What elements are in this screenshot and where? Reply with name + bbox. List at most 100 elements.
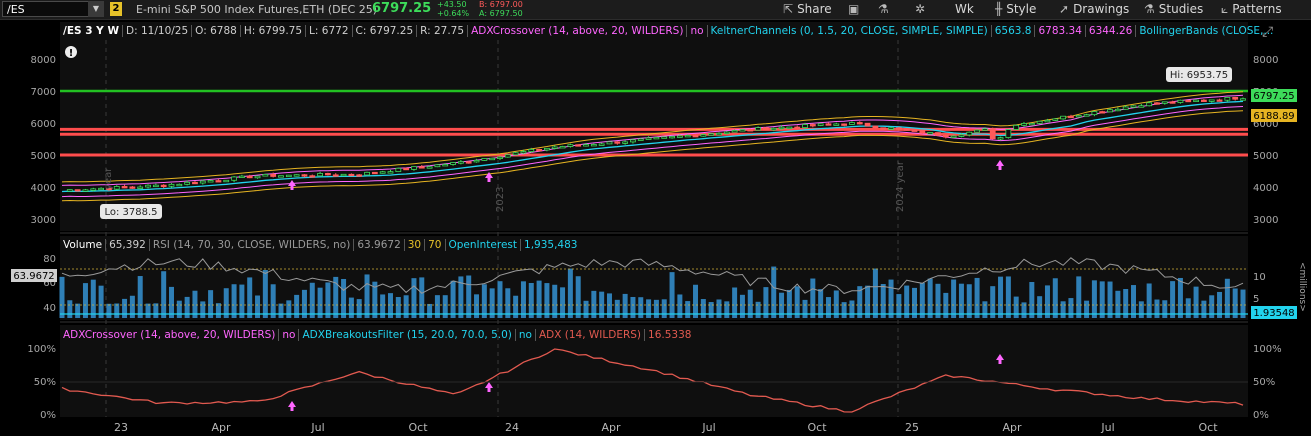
candle-up <box>1114 108 1121 112</box>
study-adxcrossover[interactable]: ADXCrossover (14, above, 20, WILDERS) <box>60 329 280 341</box>
volume-bar <box>67 300 73 318</box>
volume-bar <box>575 276 581 318</box>
candle-up <box>176 183 183 187</box>
volume-bar <box>1138 301 1144 318</box>
adx-line <box>61 348 1244 413</box>
volume-value: 65,392 <box>106 239 150 251</box>
volume-bar <box>802 299 808 318</box>
candle-up <box>82 189 89 192</box>
candle-down <box>1099 111 1106 114</box>
volume-ytick: 5 <box>1253 294 1259 305</box>
candle-down <box>309 175 316 178</box>
candle-up <box>583 144 589 147</box>
candle-up <box>457 161 464 164</box>
volume-bar <box>145 303 151 318</box>
volume-bar <box>794 286 800 318</box>
candle-down <box>160 184 167 188</box>
candle-up <box>982 128 988 131</box>
oi-bubble-text: 1.93548 <box>1253 308 1294 319</box>
study-adxcrossover-value: no <box>687 25 708 37</box>
adx-ytick-left: 100% <box>27 344 56 355</box>
volume-bar <box>98 285 104 318</box>
volume-bar <box>184 296 190 318</box>
study-bollinger[interactable]: BollingerBands (CLOSE,... <box>1136 25 1276 37</box>
rsi-ytick: 40 <box>43 303 56 314</box>
candle-up <box>113 186 120 190</box>
candle-up <box>1193 99 1199 102</box>
candle-up <box>137 186 144 189</box>
volume-bar <box>1099 281 1105 318</box>
volume-bar <box>137 276 143 318</box>
candle-down <box>935 132 941 136</box>
keltner-upper <box>61 94 1244 186</box>
volume-bar <box>724 301 730 318</box>
volume-bar <box>450 280 456 318</box>
study-volume[interactable]: Volume <box>60 239 107 251</box>
volume-bar <box>982 301 988 318</box>
volume-bar <box>865 285 871 318</box>
candle-up <box>1122 106 1129 110</box>
volume-bar <box>1091 280 1097 318</box>
volume-bar <box>1162 300 1168 318</box>
candle-down <box>1169 101 1176 104</box>
volume-bar <box>176 300 182 318</box>
volume-bar <box>927 278 933 318</box>
candle-up <box>1138 105 1145 108</box>
volume-bar <box>630 296 636 318</box>
volume-bar <box>1177 277 1183 318</box>
volume-bar <box>1193 286 1199 318</box>
volume-bar <box>497 281 503 318</box>
volume-bar <box>708 302 714 318</box>
volume-bar <box>356 299 362 318</box>
volume-bar <box>395 297 401 318</box>
adx-ytick-left: 50% <box>34 377 56 388</box>
candle-up <box>590 144 597 147</box>
study-adxbreakouts[interactable]: ADXBreakoutsFilter (15, 20.0, 70.0, 5.0) <box>299 329 516 341</box>
candle-up <box>497 156 503 159</box>
volume-bar <box>1224 278 1230 318</box>
rsi-level: 70 <box>425 239 446 251</box>
chart-symbol-label: /ES 3 Y W <box>60 25 124 37</box>
study-keltner[interactable]: KeltnerChannels (0, 1.5, 20, CLOSE, SIMP… <box>707 25 992 37</box>
volume-bar <box>646 299 652 318</box>
volume-bar <box>1154 299 1160 318</box>
candle-up <box>168 183 175 187</box>
rsi-line <box>61 257 1244 295</box>
study-openinterest[interactable]: OpenInterest <box>445 239 522 251</box>
price-ytick-left: 5000 <box>31 151 56 162</box>
candle-up <box>411 166 417 170</box>
candle-up <box>1146 102 1153 107</box>
candle-up <box>966 131 973 136</box>
candle-up <box>1083 114 1090 117</box>
x-tick: Oct <box>1198 421 1218 434</box>
candle-up <box>340 173 347 177</box>
adx-ytick-left: 0% <box>40 410 56 421</box>
candle-up <box>997 137 1004 140</box>
candle-up <box>1130 105 1137 108</box>
study-adxcrossover[interactable]: ADXCrossover (14, above, 20, WILDERS) <box>468 25 688 37</box>
chart-canvas[interactable]: 8000 7000 6000 5000 4000 3000 8000 7000 … <box>0 0 1311 436</box>
study-rsi[interactable]: RSI (14, 70, 30, CLOSE, WILDERS, no) <box>149 239 355 251</box>
volume-bar <box>75 303 81 318</box>
candle-down <box>825 123 832 126</box>
volume-bar <box>481 284 487 318</box>
candle-up <box>1044 119 1051 123</box>
volume-bar <box>231 284 237 318</box>
candle-up <box>199 180 206 184</box>
candle-down <box>895 127 902 130</box>
candle-down <box>332 174 339 177</box>
candle-up <box>450 162 456 165</box>
volume-bar <box>348 297 354 318</box>
volume-bar <box>1044 285 1050 318</box>
volume-bar <box>1068 298 1074 318</box>
price-study-header: /ES 3 Y W D: 11/10/25 O: 6788 H: 6799.75 L: … <box>60 23 1276 40</box>
candle-up <box>927 132 934 135</box>
volume-bar <box>536 280 542 318</box>
candle-down <box>121 186 128 189</box>
study-adx[interactable]: ADX (14, WILDERS) <box>535 329 646 341</box>
volume-bar <box>693 284 699 318</box>
volume-bar <box>1029 281 1035 318</box>
bb-bubble-text: 6188.89 <box>1253 111 1294 122</box>
candle-up <box>731 130 738 133</box>
candle-up <box>950 135 957 138</box>
